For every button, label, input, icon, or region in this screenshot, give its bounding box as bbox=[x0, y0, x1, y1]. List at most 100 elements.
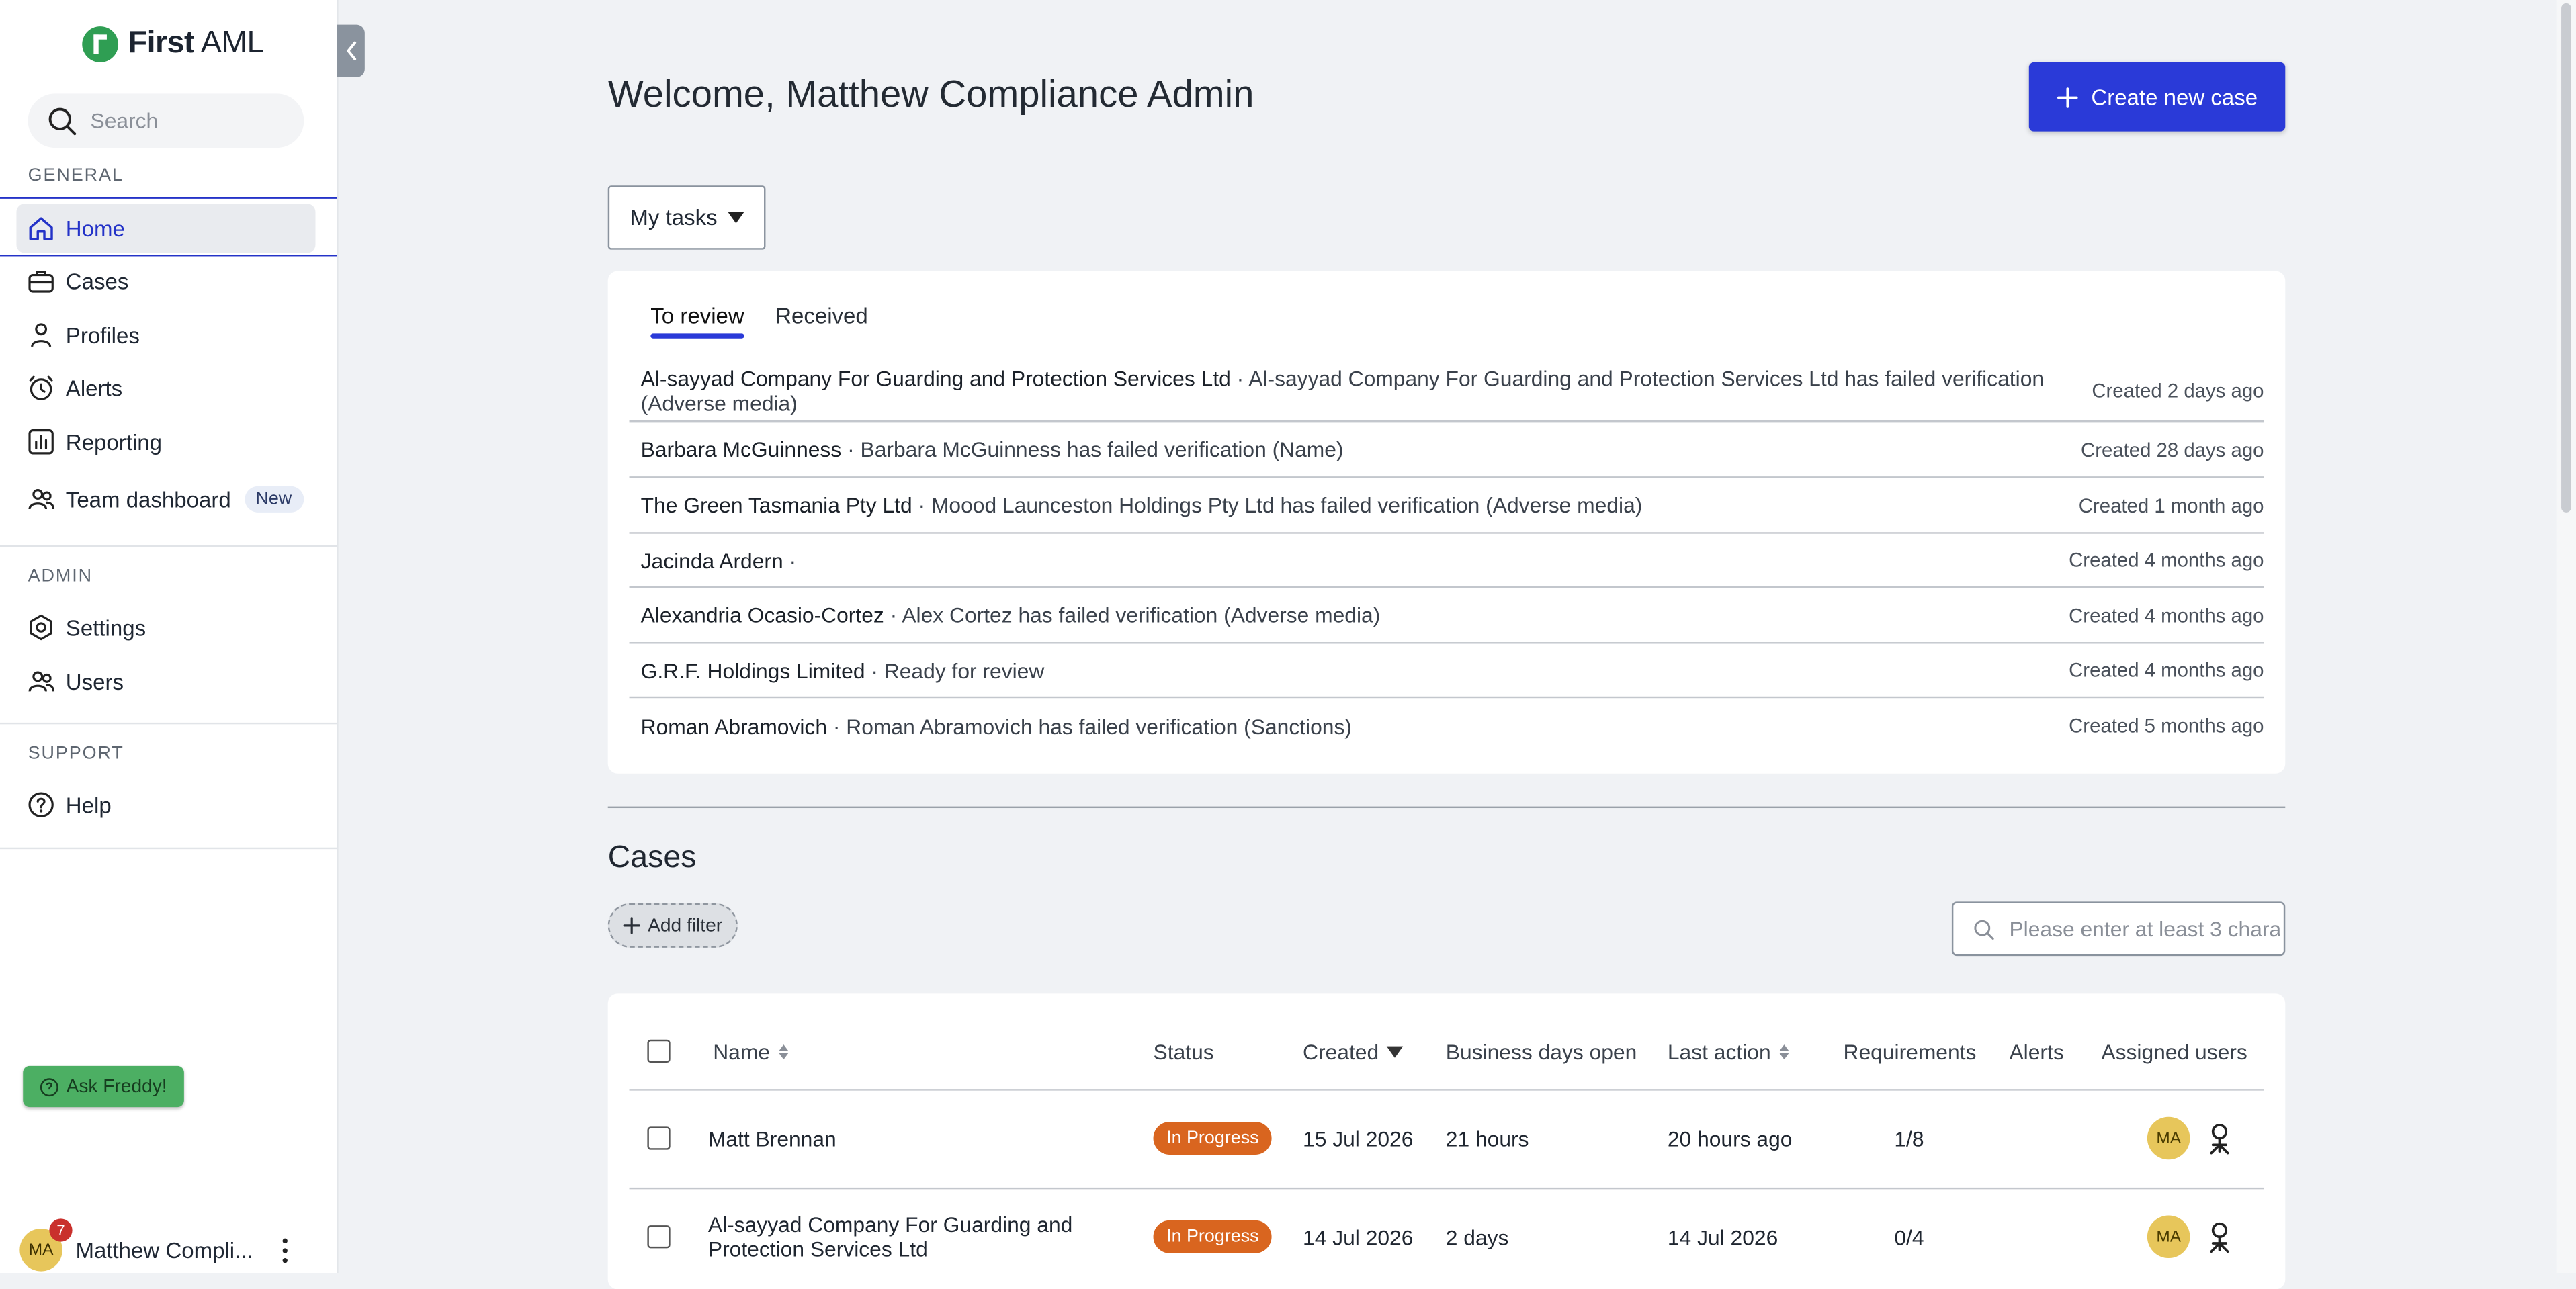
assigned-user-avatar[interactable]: MA bbox=[2147, 1116, 2190, 1160]
user-name: Matthew Compli... bbox=[75, 1237, 253, 1263]
notification-count-badge: 7 bbox=[49, 1218, 73, 1242]
tasks-panel: To review Received Al-sayyad Company For… bbox=[607, 271, 2286, 774]
sidebar-item-help[interactable]: Help bbox=[16, 780, 315, 829]
column-header-requirements: Requirements bbox=[1843, 1039, 1977, 1065]
task-row[interactable]: Barbara McGuinness · Barbara McGuinness … bbox=[629, 422, 2264, 478]
sidebar: First AML GENERAL Home Cases bbox=[0, 0, 339, 1274]
sidebar-item-users[interactable]: Users bbox=[16, 657, 315, 706]
briefcase-icon bbox=[26, 266, 56, 296]
scrollbar-thumb[interactable] bbox=[2561, 3, 2571, 513]
brand-logo[interactable]: First AML bbox=[82, 26, 264, 62]
case-business-days-open: 2 days bbox=[1445, 1225, 1509, 1250]
sidebar-item-home[interactable]: Home bbox=[16, 204, 316, 253]
case-created: 14 Jul 2026 bbox=[1303, 1225, 1414, 1250]
cases-search-input[interactable] bbox=[2006, 914, 2284, 943]
table-row-divider bbox=[629, 1187, 2264, 1190]
sidebar-divider bbox=[0, 847, 337, 850]
my-tasks-dropdown[interactable]: My tasks bbox=[607, 185, 766, 250]
sidebar-item-cases[interactable]: Cases bbox=[16, 256, 315, 305]
page-scrollbar[interactable] bbox=[2556, 0, 2576, 1274]
plus-icon bbox=[2057, 86, 2078, 107]
new-badge: New bbox=[244, 486, 304, 513]
sidebar-search-input[interactable] bbox=[87, 106, 291, 135]
sidebar-search[interactable] bbox=[28, 93, 304, 148]
person-icon bbox=[26, 320, 56, 350]
sidebar-item-label: Settings bbox=[65, 615, 146, 640]
case-created: 15 Jul 2026 bbox=[1303, 1126, 1414, 1152]
sidebar-item-label: Cases bbox=[65, 268, 129, 294]
column-header-assigned-users: Assigned users bbox=[2101, 1039, 2247, 1065]
table-header-divider bbox=[629, 1089, 2264, 1091]
column-header-business-days-open: Business days open bbox=[1445, 1039, 1637, 1065]
sort-icon bbox=[778, 1044, 788, 1060]
user-menu[interactable]: MA 7 Matthew Compli... bbox=[19, 1218, 315, 1272]
select-all-checkbox[interactable] bbox=[647, 1039, 671, 1063]
tab-received[interactable]: Received bbox=[775, 304, 868, 328]
gear-icon bbox=[26, 613, 56, 642]
tab-to-review[interactable]: To review bbox=[650, 304, 744, 328]
sidebar-item-label: Profiles bbox=[65, 322, 140, 348]
ask-freddy-button[interactable]: Ask Freddy! bbox=[23, 1065, 184, 1108]
case-last-action: 14 Jul 2026 bbox=[1667, 1225, 1778, 1250]
collapse-sidebar-button[interactable] bbox=[337, 24, 365, 77]
case-business-days-open: 21 hours bbox=[1445, 1126, 1529, 1152]
task-row[interactable]: Roman Abramovich · Roman Abramovich has … bbox=[630, 698, 2264, 754]
task-row[interactable]: Alexandria Ocasio-Cortez · Alex Cortez h… bbox=[629, 588, 2264, 644]
case-requirements: 1/8 bbox=[1894, 1126, 1924, 1152]
sort-icon bbox=[1778, 1044, 1789, 1060]
chart-icon bbox=[26, 427, 56, 457]
sidebar-item-reporting[interactable]: Reporting bbox=[16, 417, 315, 466]
home-icon bbox=[26, 214, 56, 243]
assign-user-icon[interactable] bbox=[2206, 1220, 2233, 1253]
task-row[interactable]: G.R.F. Holdings Limited · Ready for revi… bbox=[629, 644, 2264, 699]
sidebar-item-label: Home bbox=[65, 216, 125, 241]
plus-icon bbox=[624, 917, 641, 934]
sidebar-item-profiles[interactable]: Profiles bbox=[16, 310, 315, 359]
row-checkbox[interactable] bbox=[647, 1225, 671, 1249]
column-header-last-action[interactable]: Last action bbox=[1668, 1040, 1789, 1064]
cases-title: Cases bbox=[607, 840, 697, 876]
assign-user-icon[interactable] bbox=[2206, 1122, 2233, 1155]
task-row[interactable]: Jacinda Ardern · Created 4 months ago bbox=[629, 534, 2264, 588]
status-badge: In Progress bbox=[1153, 1220, 1273, 1253]
sidebar-item-team-dashboard[interactable]: Team dashboard New bbox=[16, 475, 315, 524]
search-icon bbox=[1974, 919, 1994, 939]
cases-search[interactable] bbox=[1951, 901, 2286, 957]
case-name[interactable]: Matt Brennan bbox=[708, 1126, 836, 1151]
first-aml-logo-icon bbox=[82, 26, 119, 62]
sidebar-item-label: Reporting bbox=[65, 429, 162, 455]
assigned-user-avatar[interactable]: MA bbox=[2147, 1215, 2190, 1259]
section-admin: ADMIN bbox=[28, 566, 93, 586]
sidebar-divider bbox=[0, 545, 337, 547]
help-icon bbox=[26, 790, 56, 819]
search-icon bbox=[48, 107, 77, 135]
sidebar-item-settings[interactable]: Settings bbox=[16, 603, 315, 652]
column-header-alerts: Alerts bbox=[2009, 1039, 2064, 1065]
chevron-left-icon bbox=[345, 41, 355, 60]
section-support: SUPPORT bbox=[28, 744, 124, 764]
active-tab-indicator bbox=[650, 333, 744, 339]
task-row[interactable]: Al-sayyad Company For Guarding and Prote… bbox=[629, 359, 2264, 423]
caret-down-icon bbox=[727, 212, 744, 224]
case-last-action: 20 hours ago bbox=[1667, 1126, 1793, 1152]
more-options-icon[interactable] bbox=[273, 1235, 296, 1265]
cases-table: Name Status Created Business days open L… bbox=[607, 993, 2286, 1289]
sidebar-item-alerts[interactable]: Alerts bbox=[16, 363, 315, 412]
create-new-case-button[interactable]: Create new case bbox=[2028, 62, 2286, 132]
sidebar-item-label: Users bbox=[65, 669, 124, 695]
task-row[interactable]: The Green Tasmania Pty Ltd · Moood Launc… bbox=[629, 478, 2264, 534]
case-name[interactable]: Al-sayyad Company For Guarding and Prote… bbox=[708, 1212, 1119, 1261]
add-filter-button[interactable]: Add filter bbox=[607, 903, 738, 948]
row-checkbox[interactable] bbox=[647, 1126, 671, 1150]
sidebar-item-label: Alerts bbox=[65, 375, 123, 400]
alarm-icon bbox=[26, 373, 56, 402]
help-icon bbox=[40, 1077, 59, 1096]
page-title: Welcome, Matthew Compliance Admin bbox=[607, 72, 1254, 116]
team-icon bbox=[26, 484, 56, 514]
column-header-name[interactable]: Name bbox=[713, 1040, 788, 1064]
users-icon bbox=[26, 667, 56, 697]
section-divider bbox=[607, 806, 2286, 809]
sort-descending-icon bbox=[1387, 1046, 1404, 1058]
column-header-created[interactable]: Created bbox=[1303, 1040, 1404, 1064]
sidebar-divider bbox=[0, 722, 337, 725]
